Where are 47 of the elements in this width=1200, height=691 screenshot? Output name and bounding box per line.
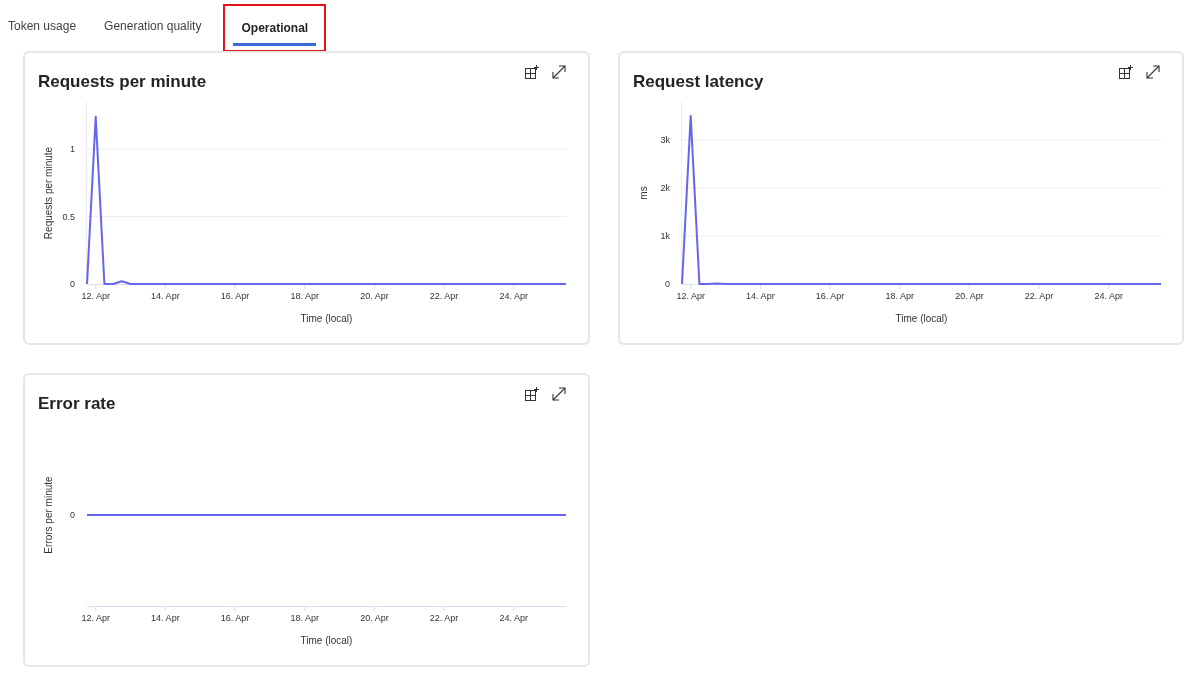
axis-tick-label: 0.5 [62, 211, 75, 222]
grid-plus-icon[interactable] [1119, 65, 1133, 79]
axis-title: Time (local) [300, 635, 353, 646]
axis-tick-label: 0 [70, 510, 75, 520]
grid-plus-icon[interactable] [525, 65, 539, 79]
axis-title: Requests per minute [43, 146, 54, 240]
expand-icon[interactable] [1146, 65, 1160, 79]
axis-tick-label: 18. Apr [290, 613, 319, 623]
axis-title: Time (local) [300, 313, 353, 324]
tab[interactable]: Operational [233, 9, 317, 46]
axis-tick-label: 20. Apr [360, 291, 389, 301]
axis-tick-label: 22. Apr [429, 291, 459, 301]
axis-tick-label: 22. Apr [1024, 291, 1054, 301]
axis-tick-label: 18. Apr [885, 291, 914, 301]
axis-title: Time (local) [895, 313, 948, 324]
axis-tick-label: 16. Apr [220, 613, 250, 623]
axis-tick-label: 22. Apr [429, 613, 459, 623]
axis-tick-label: 1 [70, 144, 75, 155]
axis-tick-label: 24. Apr [1094, 291, 1123, 301]
axis-tick-label: 20. Apr [360, 613, 389, 623]
expand-icon[interactable] [552, 65, 566, 79]
axis-tick-label: 20. Apr [955, 291, 984, 301]
chart-title: Request latency [633, 72, 764, 92]
axis-tick-label: 12. Apr [676, 291, 705, 301]
axis-tick-label: 14. Apr [746, 291, 775, 301]
axis-tick-label: 2k [660, 182, 670, 193]
axis-title: ms [638, 186, 649, 200]
chart-title: Requests per minute [38, 72, 207, 92]
axis-tick-label: 1k [660, 231, 670, 241]
axis-tick-label: 18. Apr [290, 291, 319, 301]
grid-plus-icon[interactable] [525, 387, 539, 401]
axis-tick-label: 12. Apr [81, 613, 110, 623]
axis-tick-label: 24. Apr [499, 613, 528, 623]
axis-tick-label: 12. Apr [81, 291, 110, 301]
axis-tick-label: 14. Apr [151, 291, 180, 301]
axis-title: Errors per minute [43, 476, 54, 554]
expand-icon[interactable] [552, 387, 566, 401]
axis-tick-label: 16. Apr [220, 291, 250, 301]
axis-tick-label: 0 [70, 279, 75, 289]
axis-tick-label: 24. Apr [499, 291, 528, 301]
axis-tick-label: 16. Apr [815, 291, 845, 301]
chart-title: Error rate [38, 394, 116, 414]
axis-tick-label: 3k [660, 134, 670, 145]
axis-tick-label: 0 [665, 279, 670, 289]
tab[interactable]: Generation quality [96, 9, 210, 46]
tab[interactable]: Token usage [0, 9, 85, 46]
axis-tick-label: 14. Apr [151, 613, 180, 623]
